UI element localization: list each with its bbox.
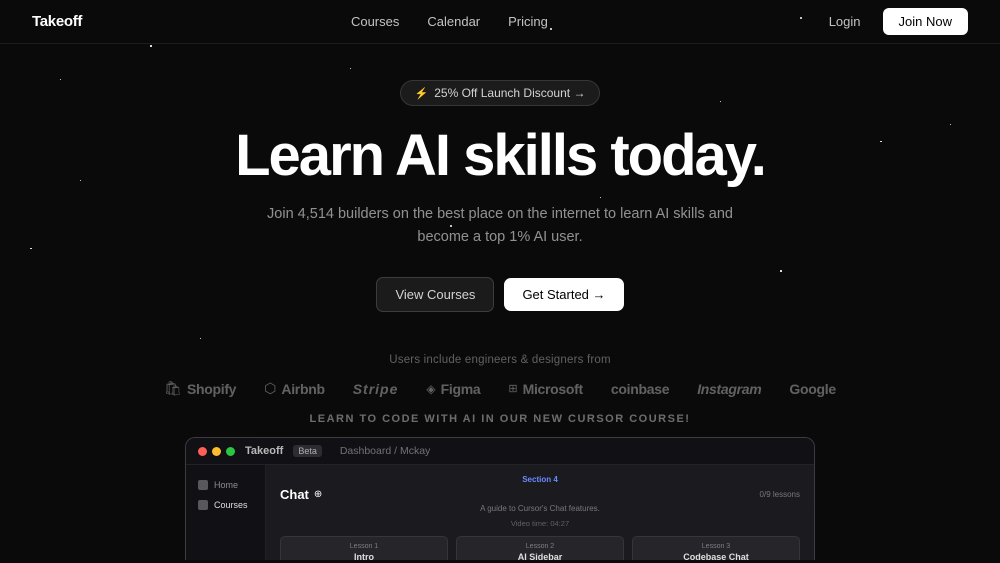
nav-pricing[interactable]: Pricing (508, 14, 548, 29)
lesson-3-name: Codebase Chat (641, 552, 791, 560)
video-info: Video time: 04:27 (280, 519, 800, 528)
lesson-card-3[interactable]: Lesson 3 Codebase Chat Not Started Video… (632, 536, 800, 560)
figma-icon: ◈ (426, 382, 435, 396)
mockup-app-title: Takeoff (245, 445, 283, 457)
microsoft-icon: ⊞ (508, 382, 517, 395)
logo-coinbase: coinbase (611, 381, 669, 397)
join-now-button[interactable]: Join Now (883, 8, 968, 35)
discount-badge[interactable]: ⚡ 25% Off Launch Discount → (400, 80, 601, 106)
minimize-dot (212, 447, 221, 456)
close-dot (198, 447, 207, 456)
mockup-body: Home Courses Section 4 Chat ⊕ 0/9 lesson… (186, 465, 814, 560)
instagram-label: Instagram (697, 381, 761, 397)
google-label: Google (789, 381, 835, 397)
lesson-3-badge: Lesson 3 (641, 543, 791, 550)
logo-airbnb: ⬡ Airbnb (264, 380, 325, 397)
logo-google: Google (789, 381, 835, 397)
logo-instagram: Instagram (697, 381, 761, 397)
bottom-section: LEARN TO CODE WITH AI IN OUR NEW CURSOR … (0, 397, 1000, 560)
sidebar-home[interactable]: Home (186, 475, 265, 495)
lesson-card-2[interactable]: Lesson 2 AI Sidebar Not Started Video ti… (456, 536, 624, 560)
lesson-card-1[interactable]: Lesson 1 Intro Not Started Video time: 1… (280, 536, 448, 560)
shopify-icon: 🛍 (164, 380, 182, 397)
logo-figma: ◈ Figma (426, 381, 480, 397)
navbar: Takeoff Courses Calendar Pricing Login J… (0, 0, 1000, 44)
hero-subtitle: Join 4,514 builders on the best place on… (260, 203, 740, 249)
microsoft-label: Microsoft (523, 381, 583, 397)
logo: Takeoff (32, 13, 82, 30)
courses-icon (198, 500, 208, 510)
badge-text: 25% Off Launch Discount → (434, 86, 585, 100)
logo-microsoft: ⊞ Microsoft (508, 381, 583, 397)
nav-courses[interactable]: Courses (351, 14, 399, 29)
stripe-label: Stripe (353, 381, 399, 397)
logo-stripe: Stripe (353, 381, 399, 397)
lesson-2-name: AI Sidebar (465, 552, 615, 560)
logos-label: Users include engineers & designers from (0, 354, 1000, 366)
home-icon (198, 480, 208, 490)
lesson-1-name: Intro (289, 552, 439, 560)
bolt-icon: ⚡ (415, 87, 429, 100)
nav-links: Courses Calendar Pricing (351, 14, 548, 29)
lesson-cards: Lesson 1 Intro Not Started Video time: 1… (280, 536, 800, 560)
hero-cta: View Courses Get Started → (376, 277, 623, 312)
nav-calendar[interactable]: Calendar (427, 14, 480, 29)
hero-section: ⚡ 25% Off Launch Discount → Learn AI ski… (0, 44, 1000, 348)
airbnb-label: Airbnb (281, 381, 324, 397)
mockup-topbar: Takeoff Beta Dashboard / Mckay (186, 438, 814, 465)
logos-section: Users include engineers & designers from… (0, 348, 1000, 397)
logo-shopify: 🛍 Shopify (164, 380, 236, 397)
figma-label: Figma (441, 381, 481, 397)
section-title: Chat (280, 487, 309, 502)
nav-actions: Login Join Now (817, 8, 968, 35)
dashboard-mockup: Takeoff Beta Dashboard / Mckay Home Cour… (185, 437, 815, 560)
cursor-course-label: LEARN TO CODE WITH AI IN OUR NEW CURSOR … (0, 413, 1000, 425)
view-courses-button[interactable]: View Courses (376, 277, 494, 312)
section-title-row: Chat ⊕ 0/9 lessons (280, 487, 800, 502)
mockup-sidebar: Home Courses (186, 465, 266, 560)
lesson-1-badge: Lesson 1 (289, 543, 439, 550)
mockup-breadcrumb: Dashboard / Mckay (340, 445, 430, 457)
hero-title: Learn AI skills today. (235, 126, 765, 187)
sidebar-courses[interactable]: Courses (186, 495, 265, 515)
airbnb-icon: ⬡ (264, 380, 276, 397)
lesson-2-badge: Lesson 2 (465, 543, 615, 550)
expand-dot (226, 447, 235, 456)
chat-icon: ⊕ (314, 489, 322, 500)
lessons-count: 0/9 lessons (760, 490, 800, 499)
section-desc: A guide to Cursor's Chat features. (280, 504, 800, 513)
sidebar-courses-label: Courses (214, 500, 248, 510)
section-label: Section 4 (280, 475, 800, 484)
shopify-label: Shopify (187, 381, 236, 397)
get-started-button[interactable]: Get Started → (504, 278, 623, 311)
beta-badge: Beta (293, 445, 322, 457)
logos-row: 🛍 Shopify ⬡ Airbnb Stripe ◈ Figma ⊞ Micr… (0, 380, 1000, 397)
mockup-main-content: Section 4 Chat ⊕ 0/9 lessons A guide to … (266, 465, 814, 560)
window-controls (198, 447, 235, 456)
sidebar-home-label: Home (214, 480, 238, 490)
login-button[interactable]: Login (817, 9, 873, 34)
coinbase-label: coinbase (611, 381, 669, 397)
